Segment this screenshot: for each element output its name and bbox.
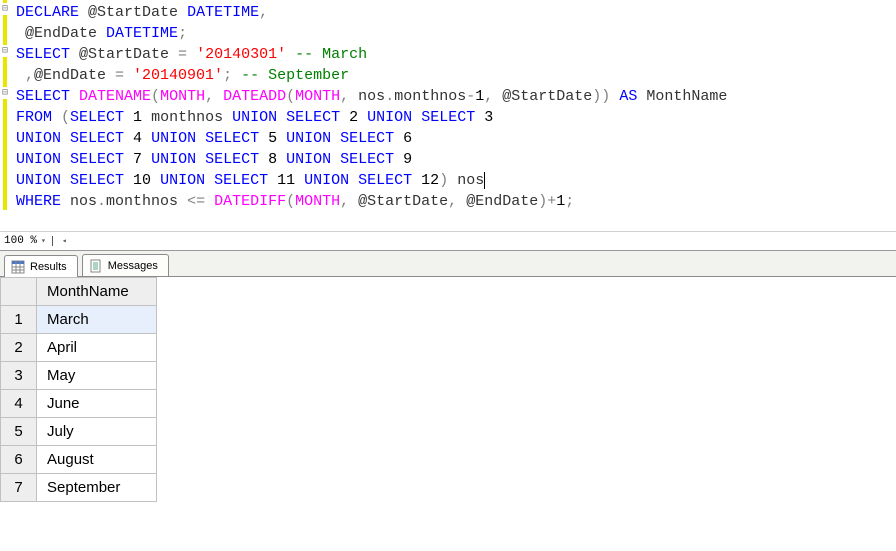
kw-declare: DECLARE	[16, 4, 79, 21]
table-row[interactable]: 4June	[1, 390, 157, 418]
table-row[interactable]: 3May	[1, 362, 157, 390]
separator	[52, 236, 58, 246]
cell-monthname[interactable]: August	[37, 446, 157, 474]
kw-where: WHERE	[16, 193, 61, 210]
cell-monthname[interactable]: May	[37, 362, 157, 390]
sql-editor[interactable]: DECLARE @StartDate DATETIME, @EndDate DA…	[10, 0, 896, 231]
var-enddate: @EndDate	[34, 67, 106, 84]
row-number[interactable]: 6	[1, 446, 37, 474]
sql-editor-region: DECLARE @StartDate DATETIME, @EndDate DA…	[0, 0, 896, 231]
fold-toggle[interactable]	[0, 0, 10, 21]
gutter	[0, 0, 10, 231]
table-row[interactable]: 5July	[1, 418, 157, 446]
page-icon	[89, 259, 103, 273]
cell-monthname[interactable]: April	[37, 334, 157, 362]
table-row[interactable]: 2April	[1, 334, 157, 362]
var-enddate: @EndDate	[25, 25, 97, 42]
row-number[interactable]: 7	[1, 474, 37, 502]
kw-select: SELECT	[16, 46, 70, 63]
row-number[interactable]: 1	[1, 306, 37, 334]
row-number[interactable]: 3	[1, 362, 37, 390]
tab-messages-label: Messages	[108, 260, 158, 272]
results-grid-region: MonthName 1March2April3May4June5July6Aug…	[0, 277, 896, 551]
func-dateadd: DATEADD	[223, 88, 286, 105]
chevron-left-icon[interactable]: ◂	[62, 236, 67, 246]
func-datediff: DATEDIFF	[214, 193, 286, 210]
tab-results[interactable]: Results	[4, 255, 78, 277]
row-number[interactable]: 4	[1, 390, 37, 418]
fold-toggle[interactable]	[0, 84, 10, 105]
cell-monthname[interactable]: June	[37, 390, 157, 418]
results-grid[interactable]: MonthName 1March2April3May4June5July6Aug…	[0, 277, 157, 502]
cell-monthname[interactable]: July	[37, 418, 157, 446]
var-startdate: @StartDate	[79, 46, 169, 63]
table-row[interactable]: 6August	[1, 446, 157, 474]
grid-icon	[11, 260, 25, 274]
column-header-monthname[interactable]: MonthName	[37, 278, 157, 306]
zoom-value[interactable]: 100 %	[4, 235, 37, 247]
comment: -- September	[232, 67, 349, 84]
kw-from: FROM	[16, 109, 52, 126]
fold-toggle[interactable]	[0, 42, 10, 63]
type-datetime: DATETIME	[187, 4, 259, 21]
tab-results-label: Results	[30, 261, 67, 273]
kw-select: SELECT	[16, 88, 70, 105]
zoom-dropdown-icon[interactable]: ▾	[41, 236, 46, 246]
row-number[interactable]: 2	[1, 334, 37, 362]
results-tab-bar: Results Messages	[0, 251, 896, 277]
comment: -- March	[286, 46, 367, 63]
grid-corner[interactable]	[1, 278, 37, 306]
string-literal: '20140301'	[196, 46, 286, 63]
punct-semi: ;	[178, 25, 187, 42]
cell-monthname[interactable]: March	[37, 306, 157, 334]
func-datename: DATENAME	[79, 88, 151, 105]
table-row[interactable]: 7September	[1, 474, 157, 502]
type-datetime: DATETIME	[106, 25, 178, 42]
punct-comma: ,	[259, 4, 268, 21]
var-startdate: @StartDate	[88, 4, 178, 21]
row-number[interactable]: 5	[1, 418, 37, 446]
cell-monthname[interactable]: September	[37, 474, 157, 502]
tab-messages[interactable]: Messages	[82, 254, 169, 276]
zoom-bar: 100 % ▾ ◂	[0, 231, 896, 251]
string-literal: '20140901'	[133, 67, 223, 84]
table-row[interactable]: 1March	[1, 306, 157, 334]
